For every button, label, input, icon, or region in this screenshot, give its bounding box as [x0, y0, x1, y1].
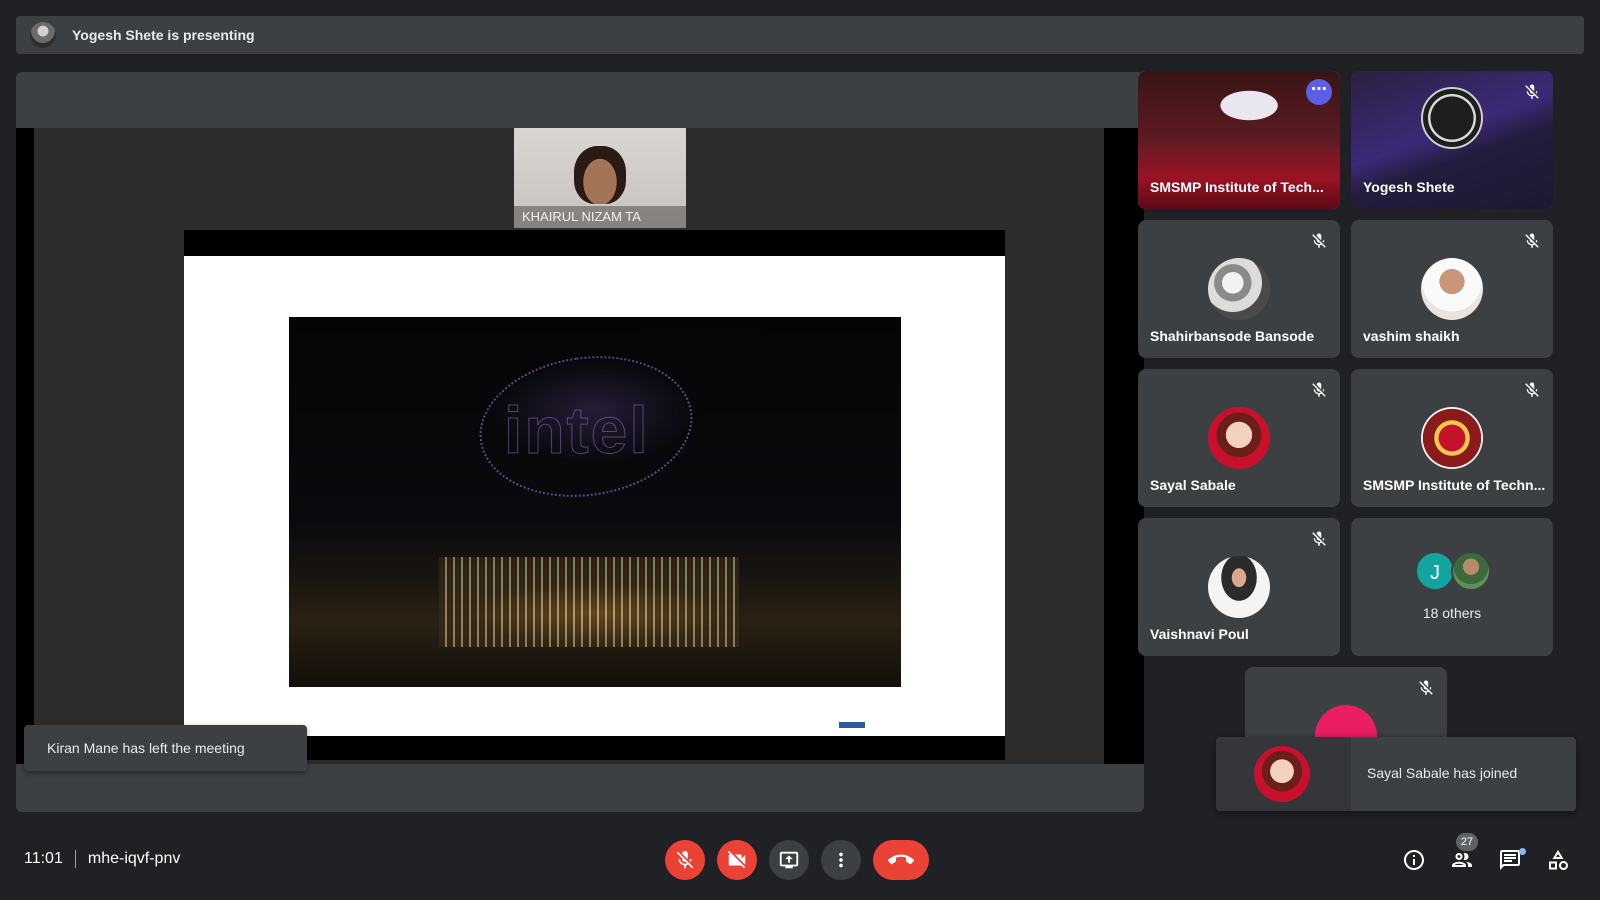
mic-off-icon	[1525, 84, 1539, 99]
end-call-icon	[888, 854, 914, 865]
avatar	[1208, 556, 1270, 618]
mic-off-icon	[1312, 233, 1326, 248]
mic-off-icon	[1312, 382, 1326, 397]
mic-off-icon	[1312, 531, 1326, 546]
mic-off-icon	[676, 850, 694, 869]
shared-slide: intel	[184, 230, 1005, 760]
presenter-camera-thumbnail: KHAIRUL NIZAM TA	[514, 128, 686, 228]
more-options-button[interactable]	[821, 840, 861, 880]
mic-off-icon	[1525, 382, 1539, 397]
participant-name: Shahirbansode Bansode	[1150, 328, 1315, 344]
joined-toast: Sayal Sabale has joined	[1216, 737, 1576, 811]
camera-off-icon	[727, 850, 746, 869]
obs-logo-icon	[1421, 87, 1483, 149]
participant-name: vashim shaikh	[1363, 328, 1460, 344]
camera-name-label: KHAIRUL NIZAM TA	[514, 206, 686, 228]
activities-button[interactable]	[1538, 840, 1578, 880]
drone-logo-text: intel	[504, 393, 650, 468]
presenting-banner: Yogesh Shete is presenting	[16, 16, 1584, 54]
chat-button[interactable]	[1490, 840, 1530, 880]
participant-tile-vashim[interactable]: vashim shaikh	[1351, 220, 1553, 358]
joined-toast-text: Sayal Sabale has joined	[1367, 765, 1518, 781]
participant-tile-smsmp-2[interactable]: SMSMP Institute of Techn...	[1351, 369, 1553, 507]
more-vert-icon	[839, 852, 843, 868]
bottom-control-bar: 11:01 mhe-iqvf-pnv	[0, 820, 1600, 900]
presenter-face	[574, 146, 626, 204]
participant-tile-shahirbansode[interactable]: Shahirbansode Bansode	[1138, 220, 1340, 358]
slide-page: intel	[184, 256, 1005, 736]
participant-count-badge: 27	[1456, 833, 1478, 851]
building-lights	[439, 557, 739, 647]
toggle-microphone-button[interactable]	[665, 840, 705, 880]
others-count-label: 18 others	[1422, 605, 1482, 621]
present-screen-icon	[779, 851, 799, 869]
participant-name: Yogesh Shete	[1363, 179, 1455, 195]
participant-name: Vaishnavi Poul	[1150, 626, 1249, 642]
leave-call-button[interactable]	[873, 840, 929, 880]
people-icon	[1452, 853, 1472, 867]
avatar-initial: J	[1415, 551, 1455, 591]
avatar	[1451, 551, 1491, 591]
main-stage[interactable]: KHAIRUL NIZAM TA intel	[16, 72, 1144, 812]
activities-icon	[1549, 850, 1568, 870]
avatar	[1208, 258, 1270, 320]
participant-name: SMSMP Institute of Tech...	[1150, 179, 1324, 195]
participant-name: SMSMP Institute of Techn...	[1363, 477, 1546, 493]
chat-notification-dot	[1519, 848, 1526, 855]
presentation-inner: KHAIRUL NIZAM TA intel	[34, 128, 1104, 764]
participant-tile-sayal[interactable]: Sayal Sabale	[1138, 369, 1340, 507]
presenting-text: Yogesh Shete is presenting	[72, 27, 255, 43]
participant-tile-yogesh[interactable]: Yogesh Shete	[1351, 71, 1553, 209]
info-icon	[1404, 850, 1424, 870]
divider	[74, 850, 76, 868]
mic-off-icon	[1419, 680, 1433, 695]
participant-tile-vaishnavi[interactable]: Vaishnavi Poul	[1138, 518, 1340, 656]
presentation-video: KHAIRUL NIZAM TA intel	[16, 128, 1144, 764]
more-options-button[interactable]: ⋯	[1306, 79, 1332, 105]
presenter-avatar	[30, 22, 56, 48]
left-meeting-toast: Kiran Mane has left the meeting	[24, 725, 307, 771]
present-now-button[interactable]	[769, 840, 809, 880]
others-avatar-group: J	[1415, 551, 1495, 593]
participant-tile-smsmp-1[interactable]: ⋯ SMSMP Institute of Tech...	[1138, 71, 1340, 209]
toggle-camera-button[interactable]	[717, 840, 757, 880]
participant-name: Sayal Sabale	[1150, 477, 1236, 493]
participant-tile-others[interactable]: J 18 others	[1351, 518, 1553, 656]
mic-off-icon	[1525, 233, 1539, 248]
meeting-info: 11:01 mhe-iqvf-pnv	[24, 850, 180, 868]
meeting-details-button[interactable]	[1394, 840, 1434, 880]
avatar	[1208, 407, 1270, 469]
slide-photo: intel	[289, 317, 901, 687]
avatar	[1254, 746, 1310, 802]
clock-time: 11:01	[24, 850, 63, 867]
avatar	[1421, 258, 1483, 320]
meeting-code: mhe-iqvf-pnv	[87, 850, 181, 867]
slide-footer-logo	[839, 722, 865, 728]
toast-avatar-panel	[1216, 737, 1351, 811]
institute-logo-avatar	[1421, 407, 1483, 469]
